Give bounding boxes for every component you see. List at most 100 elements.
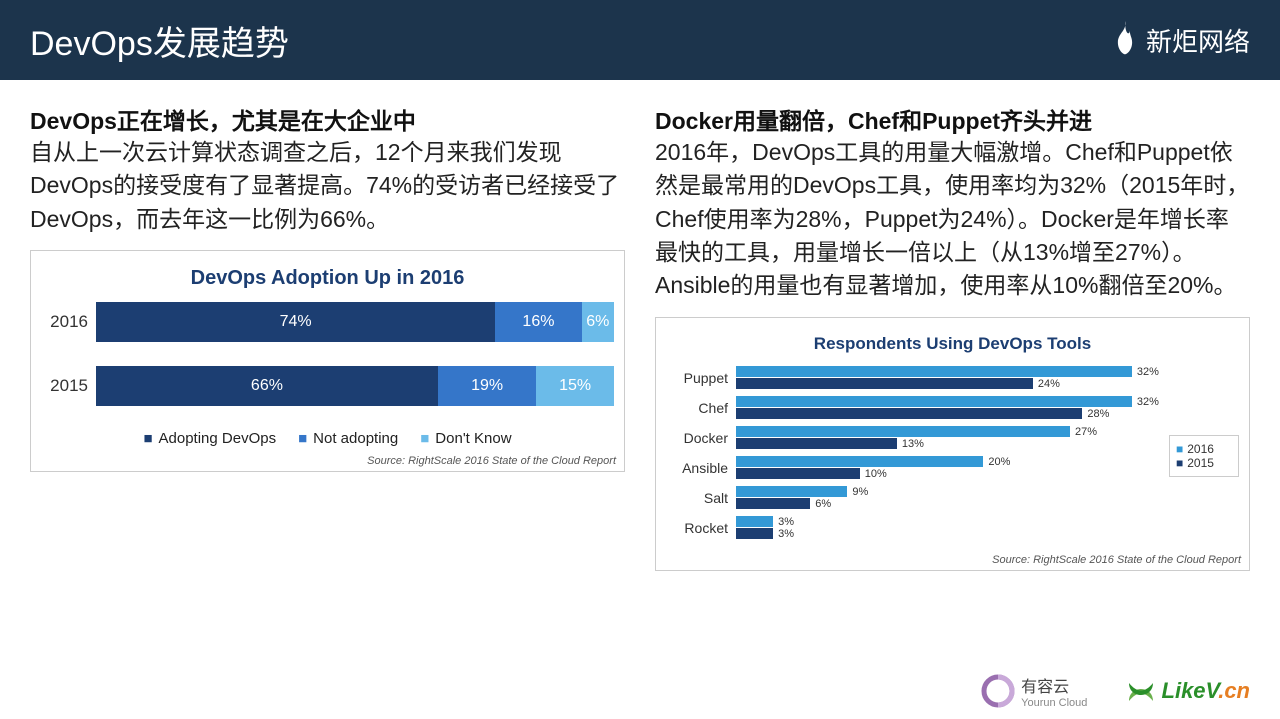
- chart2-value: 10%: [865, 468, 887, 480]
- chart2-source: Source: RightScale 2016 State of the Clo…: [992, 554, 1241, 566]
- chart2-bar: 20%: [736, 456, 1169, 468]
- chart2-row: Ansible 20% 10%: [666, 456, 1169, 480]
- chart1-row: 201674%16%6%: [41, 302, 614, 342]
- chart2-bar: 9%: [736, 486, 1169, 498]
- footer-logos: 有容云 Yourun Cloud LikeV.cn: [981, 673, 1250, 709]
- chart2-bar-fill: [736, 528, 773, 539]
- youruncloud-sub: Yourun Cloud: [1021, 697, 1087, 709]
- chart2-value: 9%: [852, 486, 868, 498]
- chart2-bar: 3%: [736, 528, 1169, 540]
- chart2-bars: 3%3%: [736, 516, 1169, 540]
- chart2-row: Docker 27% 13%: [666, 426, 1169, 450]
- youruncloud-logo: 有容云 Yourun Cloud: [981, 673, 1087, 709]
- chart2-tool-label: Rocket: [666, 520, 736, 536]
- chart2-bar: 32%: [736, 366, 1169, 378]
- chart1-segment: 66%: [96, 366, 438, 406]
- chart1-segment: 74%: [96, 302, 495, 342]
- chart2-bar-fill: [736, 426, 1070, 437]
- page-title: DevOps发展趋势: [30, 16, 289, 65]
- chart1-row: 201566%19%15%: [41, 366, 614, 406]
- chart2-tool-label: Docker: [666, 430, 736, 446]
- chart2-bars: 32% 24%: [736, 366, 1169, 390]
- chart2-bar-fill: [736, 486, 847, 497]
- chart2-bars: 9% 6%: [736, 486, 1169, 510]
- chart2-bar: 32%: [736, 396, 1169, 408]
- slide-header: DevOps发展趋势 新炬网络: [0, 0, 1280, 80]
- chart2-tool-label: Salt: [666, 490, 736, 506]
- chart2-bar: 24%: [736, 378, 1169, 390]
- chart2-row: Chef 32% 28%: [666, 396, 1169, 420]
- chart2-value: 32%: [1137, 366, 1159, 378]
- chart1-source: Source: RightScale 2016 State of the Clo…: [367, 455, 616, 467]
- left-title: DevOps正在增长，尤其是在大企业中: [30, 108, 416, 134]
- chart2-tool-label: Chef: [666, 400, 736, 416]
- chart2-bar-fill: [736, 366, 1132, 377]
- chart1-plot: 201674%16%6% 201566%19%15%: [41, 302, 614, 406]
- chart-adoption: DevOps Adoption Up in 2016 201674%16%6%2…: [30, 250, 625, 472]
- chart1-segment: 6%: [582, 302, 614, 342]
- chart2-bar-fill: [736, 516, 773, 527]
- flame-icon: [1110, 21, 1140, 59]
- chart2-value: 3%: [778, 516, 794, 528]
- chart1-segment: 19%: [438, 366, 536, 406]
- chart2-row: Rocket3%3%: [666, 516, 1169, 540]
- legend-dont-know: Don't Know: [420, 430, 511, 447]
- chart1-title: DevOps Adoption Up in 2016: [41, 267, 614, 290]
- content: DevOps正在增长，尤其是在大企业中 自从上一次云计算状态调查之后，12个月来…: [0, 80, 1280, 571]
- legend-2015: 2015: [1176, 456, 1232, 470]
- likev-logo: LikeV.cn: [1127, 678, 1250, 704]
- left-text: 自从上一次云计算状态调查之后，12个月来我们发现DevOps的接受度有了显著提高…: [30, 139, 619, 232]
- chart2-tool-label: Puppet: [666, 370, 736, 386]
- left-column: DevOps正在增长，尤其是在大企业中 自从上一次云计算状态调查之后，12个月来…: [30, 102, 625, 571]
- swirl-icon: [981, 674, 1015, 708]
- chart2-bar: 27%: [736, 426, 1169, 438]
- chart1-year-label: 2015: [41, 376, 96, 396]
- chart2-tool-label: Ansible: [666, 460, 736, 476]
- chart2-legend: 2016 2015: [1169, 435, 1239, 477]
- right-column: Docker用量翻倍，Chef和Puppet齐头并进 2016年，DevOps工…: [655, 102, 1250, 571]
- chart2-bar: 13%: [736, 438, 1169, 450]
- chart2-bars: 32% 28%: [736, 396, 1169, 420]
- chart1-segment: 16%: [495, 302, 581, 342]
- chart1-year-label: 2016: [41, 312, 96, 332]
- chart2-value: 13%: [902, 438, 924, 450]
- chart2-bar: 28%: [736, 408, 1169, 420]
- left-block: DevOps正在增长，尤其是在大企业中 自从上一次云计算状态调查之后，12个月来…: [30, 102, 625, 236]
- chart2-bars: 20% 10%: [736, 456, 1169, 480]
- chart2-value: 24%: [1038, 378, 1060, 390]
- chart2-bar: 3%: [736, 516, 1169, 528]
- brand-text: 新炬网络: [1146, 22, 1250, 59]
- chart2-row: Salt 9% 6%: [666, 486, 1169, 510]
- right-text: 2016年，DevOps工具的用量大幅激增。Chef和Puppet依然是最常用的…: [655, 139, 1249, 298]
- chart2-bar: 6%: [736, 498, 1169, 510]
- chart2-row: Puppet 32% 24%: [666, 366, 1169, 390]
- chart2-bar-fill: [736, 438, 897, 449]
- chart2-bar: 10%: [736, 468, 1169, 480]
- right-title: Docker用量翻倍，Chef和Puppet齐头并进: [655, 108, 1092, 134]
- chart2-value: 32%: [1137, 396, 1159, 408]
- leaf-icon: [1127, 681, 1155, 703]
- chart2-bar-fill: [736, 396, 1132, 407]
- right-block: Docker用量翻倍，Chef和Puppet齐头并进 2016年，DevOps工…: [655, 102, 1250, 303]
- chart2-bar-fill: [736, 468, 860, 479]
- chart1-bar: 66%19%15%: [96, 366, 614, 406]
- chart2-value: 6%: [815, 498, 831, 510]
- legend-adopting: Adopting DevOps: [143, 430, 276, 447]
- chart2-plot: Puppet 32% 24% Chef 32% 28% Docker 27% 13% Ansibl…: [666, 366, 1169, 546]
- brand-logo: 新炬网络: [1110, 21, 1250, 59]
- chart-tools: Respondents Using DevOps Tools Puppet32%…: [655, 317, 1250, 571]
- chart2-bars: 27% 13%: [736, 426, 1169, 450]
- chart2-value: 27%: [1075, 426, 1097, 438]
- youruncloud-text: 有容云: [1021, 679, 1069, 696]
- chart2-bar-fill: [736, 408, 1082, 419]
- chart2-body: Puppet 32% 24% Chef 32% 28% Docker 27% 13% Ansibl…: [666, 366, 1239, 546]
- legend-not-adopting: Not adopting: [298, 430, 398, 447]
- chart2-value: 28%: [1087, 408, 1109, 420]
- chart1-segment: 15%: [536, 366, 614, 406]
- chart2-title: Respondents Using DevOps Tools: [666, 334, 1239, 354]
- chart2-bar-fill: [736, 498, 810, 509]
- legend-2016: 2016: [1176, 442, 1232, 456]
- chart2-bar-fill: [736, 378, 1033, 389]
- chart2-value: 20%: [988, 456, 1010, 468]
- chart2-value: 3%: [778, 528, 794, 540]
